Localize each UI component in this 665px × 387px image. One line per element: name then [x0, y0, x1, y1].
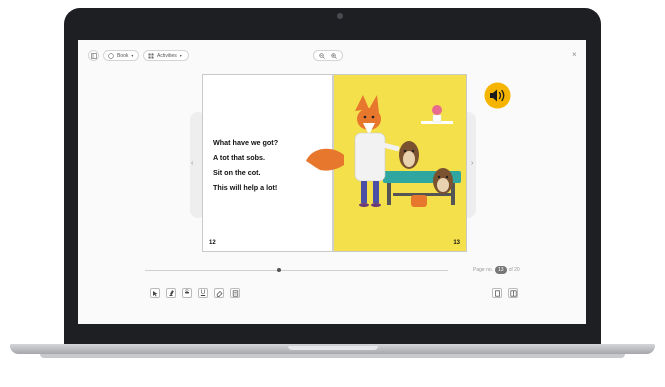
zoom-out-icon[interactable]: [319, 52, 326, 59]
reader-screen: Book ▾ Activities ▾ × ‹ › What have we g…: [78, 40, 586, 324]
activities-dropdown[interactable]: Activities ▾: [143, 50, 189, 61]
select-tool-button[interactable]: [150, 288, 160, 298]
strikethrough-tool-button[interactable]: S: [182, 288, 192, 298]
speaker-icon[interactable]: [484, 82, 511, 109]
book-dropdown[interactable]: Book ▾: [103, 50, 139, 61]
book-icon: [108, 52, 114, 59]
story-line: What have we got?: [213, 138, 279, 147]
webcam: [337, 13, 343, 19]
page-number-right: 13: [453, 240, 460, 246]
page-number-left: 12: [209, 240, 216, 246]
double-page-icon: [509, 289, 517, 297]
laptop-base-shadow: [40, 354, 625, 358]
page-slider-track[interactable]: [145, 270, 448, 271]
eraser-tool-button[interactable]: [214, 288, 224, 298]
close-icon[interactable]: ×: [572, 50, 577, 59]
laptop-bezel: [78, 324, 586, 346]
total-pages: of 20: [508, 267, 520, 273]
page-label: Page no.: [473, 267, 494, 273]
highlight-tool-button[interactable]: [166, 288, 176, 298]
zoom-controls: [313, 50, 343, 61]
strikethrough-icon: S: [184, 290, 189, 296]
highlighter-icon: [168, 289, 174, 296]
next-page-arrow[interactable]: ›: [471, 160, 473, 167]
chevron-down-icon: ▾: [131, 53, 134, 58]
page-slider-knob[interactable]: [277, 268, 281, 272]
prev-page-arrow[interactable]: ‹: [191, 160, 193, 167]
page-counter: Page no. 13 of 20: [473, 266, 520, 274]
eraser-icon: [216, 290, 222, 297]
book-label: Book: [117, 52, 129, 59]
story-line: This will help a lot!: [213, 183, 278, 192]
book-page-right: 13: [333, 74, 467, 252]
single-page-icon: [494, 289, 500, 297]
notes-icon: [232, 289, 238, 297]
underline-tool-button[interactable]: U: [198, 288, 208, 298]
story-text: What have we got? A tot that sobs. Sit o…: [213, 135, 278, 195]
notes-tool-button[interactable]: [230, 288, 240, 298]
fox-tail: [306, 148, 344, 171]
story-line: A tot that sobs.: [213, 153, 266, 162]
cursor-icon: [152, 290, 157, 296]
chevron-down-icon: ▾: [179, 53, 182, 58]
sidebar-icon: [90, 52, 97, 59]
sidebar-toggle-button[interactable]: [88, 50, 99, 61]
grid-icon: [148, 53, 154, 58]
zoom-in-icon[interactable]: [331, 52, 337, 59]
single-page-view-button[interactable]: [492, 288, 502, 298]
laptop-notch: [288, 346, 378, 350]
current-page-input[interactable]: 13: [495, 266, 507, 274]
activities-label: Activities: [157, 52, 177, 59]
underline-icon: U: [200, 290, 206, 296]
story-line: Sit on the cot.: [213, 168, 261, 177]
double-page-view-button[interactable]: [508, 288, 518, 298]
story-illustration: [354, 95, 461, 207]
